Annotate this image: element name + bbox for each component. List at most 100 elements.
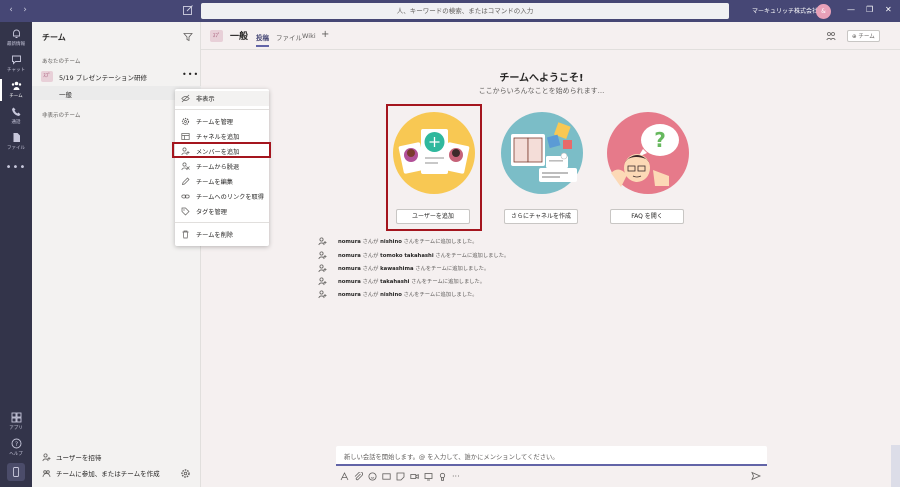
gif-icon[interactable]: [382, 472, 391, 481]
menu-item-manage-tags[interactable]: タグを管理: [175, 204, 269, 219]
chevron-right-icon[interactable]: ›: [18, 5, 32, 15]
rail-item-activity[interactable]: 最新情報: [0, 24, 32, 52]
activity-item: nomura さんが takahashi さんをチームに追加しました。: [318, 275, 638, 287]
join-team-icon: [42, 469, 51, 477]
tab-posts[interactable]: 投稿: [256, 32, 269, 47]
add-tab-button[interactable]: +: [321, 29, 329, 40]
actor-name: nomura: [338, 292, 361, 298]
invite-label: ユーザーを招待: [56, 454, 102, 462]
format-icon[interactable]: [340, 471, 349, 481]
target-name: nishino: [380, 292, 402, 298]
compose-toolbar: ···: [340, 470, 460, 482]
tag-icon: [181, 207, 190, 216]
welcome-subtitle: ここからいろんなことを始められます...: [478, 87, 605, 95]
welcome-title: チームへようこそ!: [499, 73, 584, 84]
activity-mid: さんが: [360, 253, 381, 259]
activity-mid: さんが: [360, 266, 381, 272]
menu-item-label: チームを編集: [196, 179, 233, 186]
link-icon: [181, 194, 190, 199]
member-added-icon: [318, 263, 327, 272]
apps-icon: [11, 412, 21, 423]
new-conversation-input[interactable]: 新しい会話を開始します。@ を入力して、誰かにメンションしてください。: [336, 446, 767, 466]
minimize-button[interactable]: —: [847, 5, 855, 14]
org-name[interactable]: マーキュリッチ株式会社: [752, 6, 818, 15]
menu-item-delete-team[interactable]: チームを削除: [175, 227, 269, 242]
gear-icon: [181, 117, 190, 126]
rail-item-calls[interactable]: 通話: [0, 102, 32, 130]
activity-item: nomura さんが tomoko takahashi さんをチームに追加しまし…: [318, 249, 638, 261]
teams-window: ‹ › 人、キーワードの検索、またはコマンドの入力 マーキュリッチ株式会社 & …: [0, 0, 900, 487]
invite-users-button[interactable]: ユーザーを招待: [42, 452, 101, 462]
faq-illustration: ?: [607, 112, 689, 194]
device-button[interactable]: [7, 463, 25, 481]
activity-mid: さんが: [360, 292, 381, 298]
highlight-add-users: [386, 104, 482, 231]
new-chat-icon[interactable]: [182, 4, 194, 16]
activity-item: nomura さんが nishino さんをチームに追加しました。: [318, 288, 638, 300]
rail-item-apps[interactable]: アプリ: [0, 408, 32, 436]
svg-text:?: ?: [654, 128, 666, 152]
hidden-teams-label[interactable]: 非表示のチーム: [42, 111, 80, 119]
title-bar: ‹ › 人、キーワードの検索、またはコマンドの入力 マーキュリッチ株式会社 & …: [0, 0, 900, 22]
rail-item-help[interactable]: ? ヘルプ: [0, 434, 32, 462]
open-faq-button[interactable]: FAQ を開く: [610, 209, 684, 224]
activity-text: nomura さんが kawashima さんをチームに追加しました。: [338, 264, 489, 272]
pencil-icon: [182, 177, 190, 185]
menu-item-manage-team[interactable]: チームを管理: [175, 114, 269, 129]
join-create-team-button[interactable]: チームに参加、またはチームを作成: [42, 468, 160, 478]
emoji-icon[interactable]: [368, 472, 377, 481]
target-name: kawashima: [380, 266, 414, 272]
chevron-left-icon[interactable]: ‹: [4, 5, 18, 15]
more-apps-icon[interactable]: •••: [0, 162, 32, 173]
activity-item: nomura さんが nishino さんをチームに追加しました。: [318, 235, 638, 247]
menu-item-edit-team[interactable]: チームを編集: [175, 174, 269, 189]
menu-item-leave-team[interactable]: チームから脱退: [175, 159, 269, 174]
mobile-icon: [13, 467, 19, 477]
highlight-add-member: [172, 142, 271, 158]
svg-text:?: ?: [14, 440, 17, 448]
menu-item-get-link[interactable]: チームへのリンクを取得: [175, 189, 269, 204]
actor-name: nomura: [338, 239, 361, 245]
create-channels-button[interactable]: さらにチャネルを作成: [504, 209, 578, 224]
activity-tail: さんをチームに追加しました。: [401, 239, 478, 245]
praise-icon[interactable]: [438, 472, 447, 481]
menu-item-label: チームへのリンクを取得: [196, 194, 264, 201]
maximize-button[interactable]: ❐: [866, 5, 873, 14]
more-options-icon[interactable]: ···: [452, 472, 460, 481]
avatar[interactable]: &: [816, 4, 831, 19]
your-teams-label: あなたのチーム: [42, 59, 81, 65]
activity-tail: さんをチームに追加しました。: [409, 279, 486, 285]
channel-title: 一般: [230, 32, 249, 42]
activity-mid: さんが: [360, 279, 381, 285]
eye-off-icon: [181, 94, 190, 103]
target-name: nishino: [380, 239, 402, 245]
actor-name: nomura: [338, 253, 361, 259]
panel-title: チーム: [42, 33, 66, 42]
menu-item-hide[interactable]: 非表示: [175, 91, 269, 106]
gear-icon[interactable]: [180, 468, 191, 479]
bell-icon: [12, 29, 20, 38]
rail-label: 通話: [11, 120, 21, 125]
member-added-icon: [318, 236, 327, 245]
menu-item-label: チームを管理: [196, 119, 233, 126]
activity-text: nomura さんが tomoko takahashi さんをチームに追加しまし…: [338, 251, 509, 259]
activity-tail: さんをチームに追加しました。: [401, 292, 478, 298]
tab-files[interactable]: ファイル: [276, 32, 302, 42]
filter-icon[interactable]: [183, 32, 193, 42]
sticker-icon[interactable]: [396, 472, 405, 481]
search-input[interactable]: 人、キーワードの検索、またはコマンドの入力: [201, 3, 729, 19]
rail-item-files[interactable]: ファイル: [0, 128, 32, 156]
close-button[interactable]: ✕: [885, 5, 892, 14]
attach-icon[interactable]: [354, 471, 363, 481]
join-label: チームに参加、またはチームを作成: [56, 470, 160, 478]
tab-wiki[interactable]: Wiki: [302, 32, 316, 40]
send-icon[interactable]: [751, 471, 761, 481]
menu-item-label: タグを管理: [196, 209, 227, 216]
stream-icon[interactable]: [424, 472, 433, 481]
channel-header: ｽﾌﾟ 一般 投稿 ファイル Wiki + ⊕ チーム: [201, 22, 900, 50]
actor-name: nomura: [338, 279, 361, 285]
team-info-button[interactable]: ⊕ チーム: [847, 30, 880, 42]
menu-separator: [175, 109, 269, 110]
meet-icon[interactable]: [826, 31, 836, 41]
meet-now-icon[interactable]: [410, 472, 419, 481]
